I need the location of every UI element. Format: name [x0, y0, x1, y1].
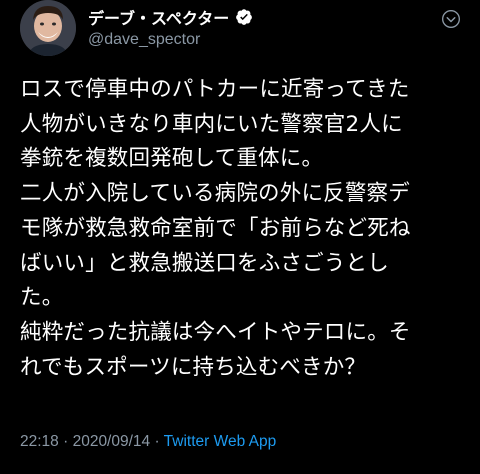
avatar-photo	[20, 0, 76, 56]
tweet-text-line: 拳銃を複数回発砲して重体に。	[20, 146, 324, 172]
tweet-text-line: れでもスポーツに持ち込むべきか？	[20, 354, 367, 380]
more-options-icon[interactable]	[440, 8, 462, 30]
tweet-date[interactable]: 2020/09/14	[73, 433, 151, 450]
tweet-text-line: ばいい」と救急搬送口をふさごうとし	[20, 250, 389, 276]
tweet-text-line: 人物がいきなり車内にいた警察官2人に	[20, 111, 403, 137]
avatar[interactable]	[20, 0, 76, 56]
handle[interactable]: @dave_spector	[88, 31, 253, 49]
meta-separator: ·	[58, 433, 73, 450]
tweet-text: ロスで停車中のパトカーに近寄ってきた 人物がいきなり車内にいた警察官2人に 拳銃…	[20, 73, 468, 385]
tweet-text-line: 純粋だった抗議は今へイトやテロに。そ	[20, 319, 411, 345]
tweet: デーブ・スペクター @dave_spector ロスで停車中のパトカーに近寄って…	[0, 0, 480, 474]
tweet-text-line: モ隊が救急救命室前で「お前らなど死ね	[20, 215, 411, 241]
tweet-text-line: 二人が入院している病院の外に反警察デ	[20, 181, 410, 207]
tweet-text-line: た。	[20, 285, 64, 311]
display-name[interactable]: デーブ・スペクター	[88, 5, 229, 29]
tweet-time[interactable]: 22:18	[20, 433, 59, 450]
tweet-meta: 22:18 · 2020/09/14 · Twitter Web App	[20, 433, 276, 451]
author-info: デーブ・スペクター @dave_spector	[88, 6, 253, 49]
verified-badge-icon	[235, 8, 253, 26]
tweet-source-link[interactable]: Twitter Web App	[164, 433, 277, 450]
meta-separator: ·	[150, 433, 164, 450]
tweet-text-line: ロスで停車中のパトカーに近寄ってきた	[20, 77, 410, 102]
name-row: デーブ・スペクター	[88, 6, 253, 28]
